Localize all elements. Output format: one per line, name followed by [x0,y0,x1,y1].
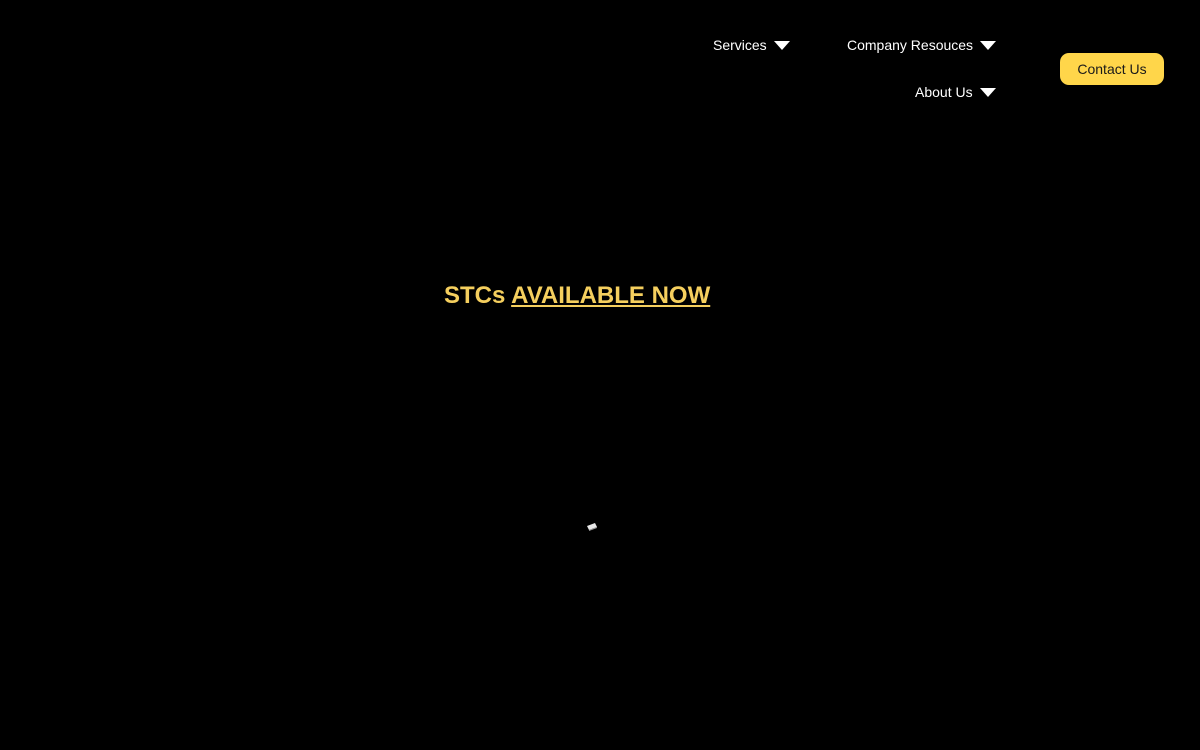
nav-item-services[interactable]: Services [713,37,790,53]
hero-headline: STCs AVAILABLE NOW [444,282,710,310]
nav-item-label: Services [713,37,767,53]
caret-down-icon [980,41,997,50]
contact-us-button[interactable]: Contact Us [1060,53,1164,85]
nav-item-label: Company Resouces [847,37,974,53]
nav-item-company-resources[interactable]: Company Resouces [847,37,997,53]
nav-item-about-us[interactable]: About Us [915,84,996,100]
caret-down-icon [773,41,790,50]
caret-down-icon [979,88,996,97]
nav-item-label: About Us [915,84,973,100]
available-now-link[interactable]: AVAILABLE NOW [511,282,710,309]
page: Services Company Resouces About Us Conta… [0,0,1200,750]
loading-spinner-icon [587,523,597,531]
hero-prefix: STCs [444,282,506,309]
